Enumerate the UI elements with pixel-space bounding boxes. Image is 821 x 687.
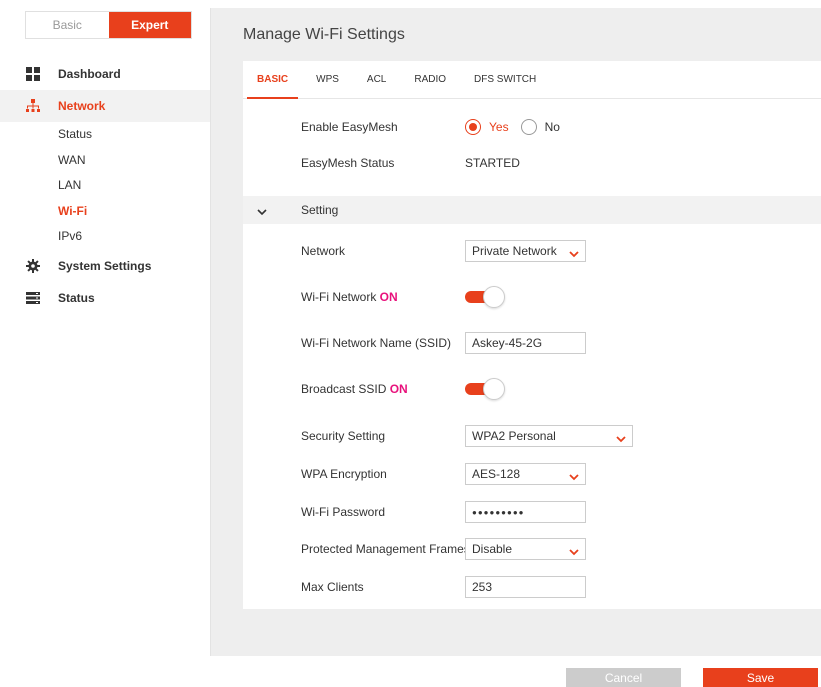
expert-mode-button[interactable]: Expert — [108, 12, 191, 38]
wifi-network-label: Wi-Fi Network ON — [301, 290, 398, 304]
broadcast-ssid-state: ON — [389, 382, 408, 396]
password-label: Wi-Fi Password — [301, 505, 386, 519]
network-label: Network — [301, 244, 346, 258]
sidebar-nav: Dashboard Network Status WAN LAN Wi-Fi I… — [0, 58, 210, 314]
encryption-select-value: AES-128 — [472, 467, 521, 481]
sidebar-item-label: System Settings — [58, 258, 152, 273]
easymesh-no-radio[interactable] — [520, 119, 537, 135]
save-button[interactable]: Save — [703, 668, 818, 687]
cancel-button[interactable]: Cancel — [566, 668, 681, 687]
mode-toggle: Basic Expert — [25, 11, 192, 39]
pmf-select-value: Disable — [472, 542, 513, 556]
sidebar-subitem-wan[interactable]: WAN — [0, 148, 210, 174]
pmf-select[interactable]: Disable — [465, 538, 586, 560]
broadcast-ssid-label: Broadcast SSID ON — [301, 382, 408, 396]
tab-bar: BASIC WPS ACL RADIO DFS SWITCH — [243, 61, 821, 99]
easymesh-status-label: EasyMesh Status — [301, 156, 395, 170]
broadcast-ssid-row: Broadcast SSID ON — [243, 377, 821, 401]
broadcast-ssid-toggle[interactable] — [465, 378, 505, 400]
tab-dfs-switch[interactable]: DFS SWITCH — [460, 61, 550, 98]
ssid-input[interactable]: Askey-45-2G — [465, 332, 586, 354]
security-label: Security Setting — [301, 429, 386, 443]
tab-wps[interactable]: WPS — [302, 61, 353, 98]
tab-acl[interactable]: ACL — [353, 61, 400, 98]
max-clients-input[interactable]: 253 — [465, 576, 586, 598]
dashboard-icon — [26, 67, 40, 81]
pmf-row: Protected Management Frames Disable — [243, 537, 821, 561]
sidebar-item-label: Status — [58, 290, 95, 305]
sidebar-item-label: Dashboard — [58, 67, 121, 81]
max-clients-label: Max Clients — [301, 580, 364, 594]
network-row: Network Private Network — [243, 239, 821, 263]
setting-section-label: Setting — [301, 203, 339, 217]
password-input[interactable]: ●●●●●●●●● — [465, 501, 586, 523]
server-icon — [26, 291, 40, 305]
ssid-label: Wi-Fi Network Name (SSID) — [301, 336, 452, 350]
wifi-network-row: Wi-Fi Network ON — [243, 285, 821, 309]
sidebar-item-label: Network — [58, 99, 106, 113]
basic-mode-button[interactable]: Basic — [26, 12, 109, 38]
sidebar-item-system-settings[interactable]: System Settings — [0, 250, 210, 282]
easymesh-no-label[interactable]: No — [545, 120, 560, 134]
network-select[interactable]: Private Network — [465, 240, 586, 262]
chevron-down-icon — [616, 432, 626, 446]
sidebar: Basic Expert Dashboard Network Status WA… — [0, 0, 210, 687]
tab-basic[interactable]: BASIC — [243, 61, 302, 99]
page-title: Manage Wi-Fi Settings — [211, 8, 821, 61]
easymesh-label: Enable EasyMesh — [301, 120, 398, 134]
easymesh-radio-group: Yes No — [465, 119, 572, 135]
easymesh-status-value: STARTED — [465, 156, 520, 170]
sidebar-item-network[interactable]: Network — [0, 90, 210, 122]
security-select-value: WPA2 Personal — [472, 429, 556, 443]
encryption-label: WPA Encryption — [301, 467, 387, 481]
sidebar-subitem-status[interactable]: Status — [0, 122, 210, 148]
chevron-down-icon — [569, 545, 579, 559]
encryption-select[interactable]: AES-128 — [465, 463, 586, 485]
network-select-value: Private Network — [472, 244, 557, 258]
ssid-row: Wi-Fi Network Name (SSID) Askey-45-2G — [243, 331, 821, 355]
tab-radio[interactable]: RADIO — [400, 61, 460, 98]
sidebar-item-status[interactable]: Status — [0, 282, 210, 314]
encryption-row: WPA Encryption AES-128 — [243, 462, 821, 486]
network-icon — [26, 99, 40, 113]
security-row: Security Setting WPA2 Personal — [243, 424, 821, 448]
setting-section-header[interactable]: Setting — [243, 196, 821, 224]
sidebar-subitem-ipv6[interactable]: IPv6 — [0, 224, 210, 250]
main-content: Manage Wi-Fi Settings BASIC WPS ACL RADI… — [210, 8, 821, 656]
pmf-label: Protected Management Frames — [301, 542, 470, 556]
easymesh-row: Enable EasyMesh Yes No — [243, 117, 821, 137]
chevron-down-icon — [569, 470, 579, 484]
max-clients-row: Max Clients 253 — [243, 575, 821, 599]
wifi-network-toggle[interactable] — [465, 286, 505, 308]
sidebar-item-dashboard[interactable]: Dashboard — [0, 58, 210, 90]
settings-panel: Enable EasyMesh Yes No EasyMesh Status S… — [243, 99, 821, 609]
gear-icon — [26, 258, 40, 273]
sidebar-subitem-lan[interactable]: LAN — [0, 173, 210, 199]
security-select[interactable]: WPA2 Personal — [465, 425, 633, 447]
chevron-down-icon — [569, 247, 579, 261]
password-row: Wi-Fi Password ●●●●●●●●● — [243, 500, 821, 524]
easymesh-status-row: EasyMesh Status STARTED — [243, 153, 821, 173]
chevron-down-icon[interactable] — [257, 205, 267, 219]
wifi-network-state: ON — [379, 290, 398, 304]
sidebar-subitem-wifi[interactable]: Wi-Fi — [0, 199, 210, 225]
easymesh-yes-label[interactable]: Yes — [489, 120, 509, 134]
easymesh-yes-radio[interactable] — [465, 119, 481, 135]
